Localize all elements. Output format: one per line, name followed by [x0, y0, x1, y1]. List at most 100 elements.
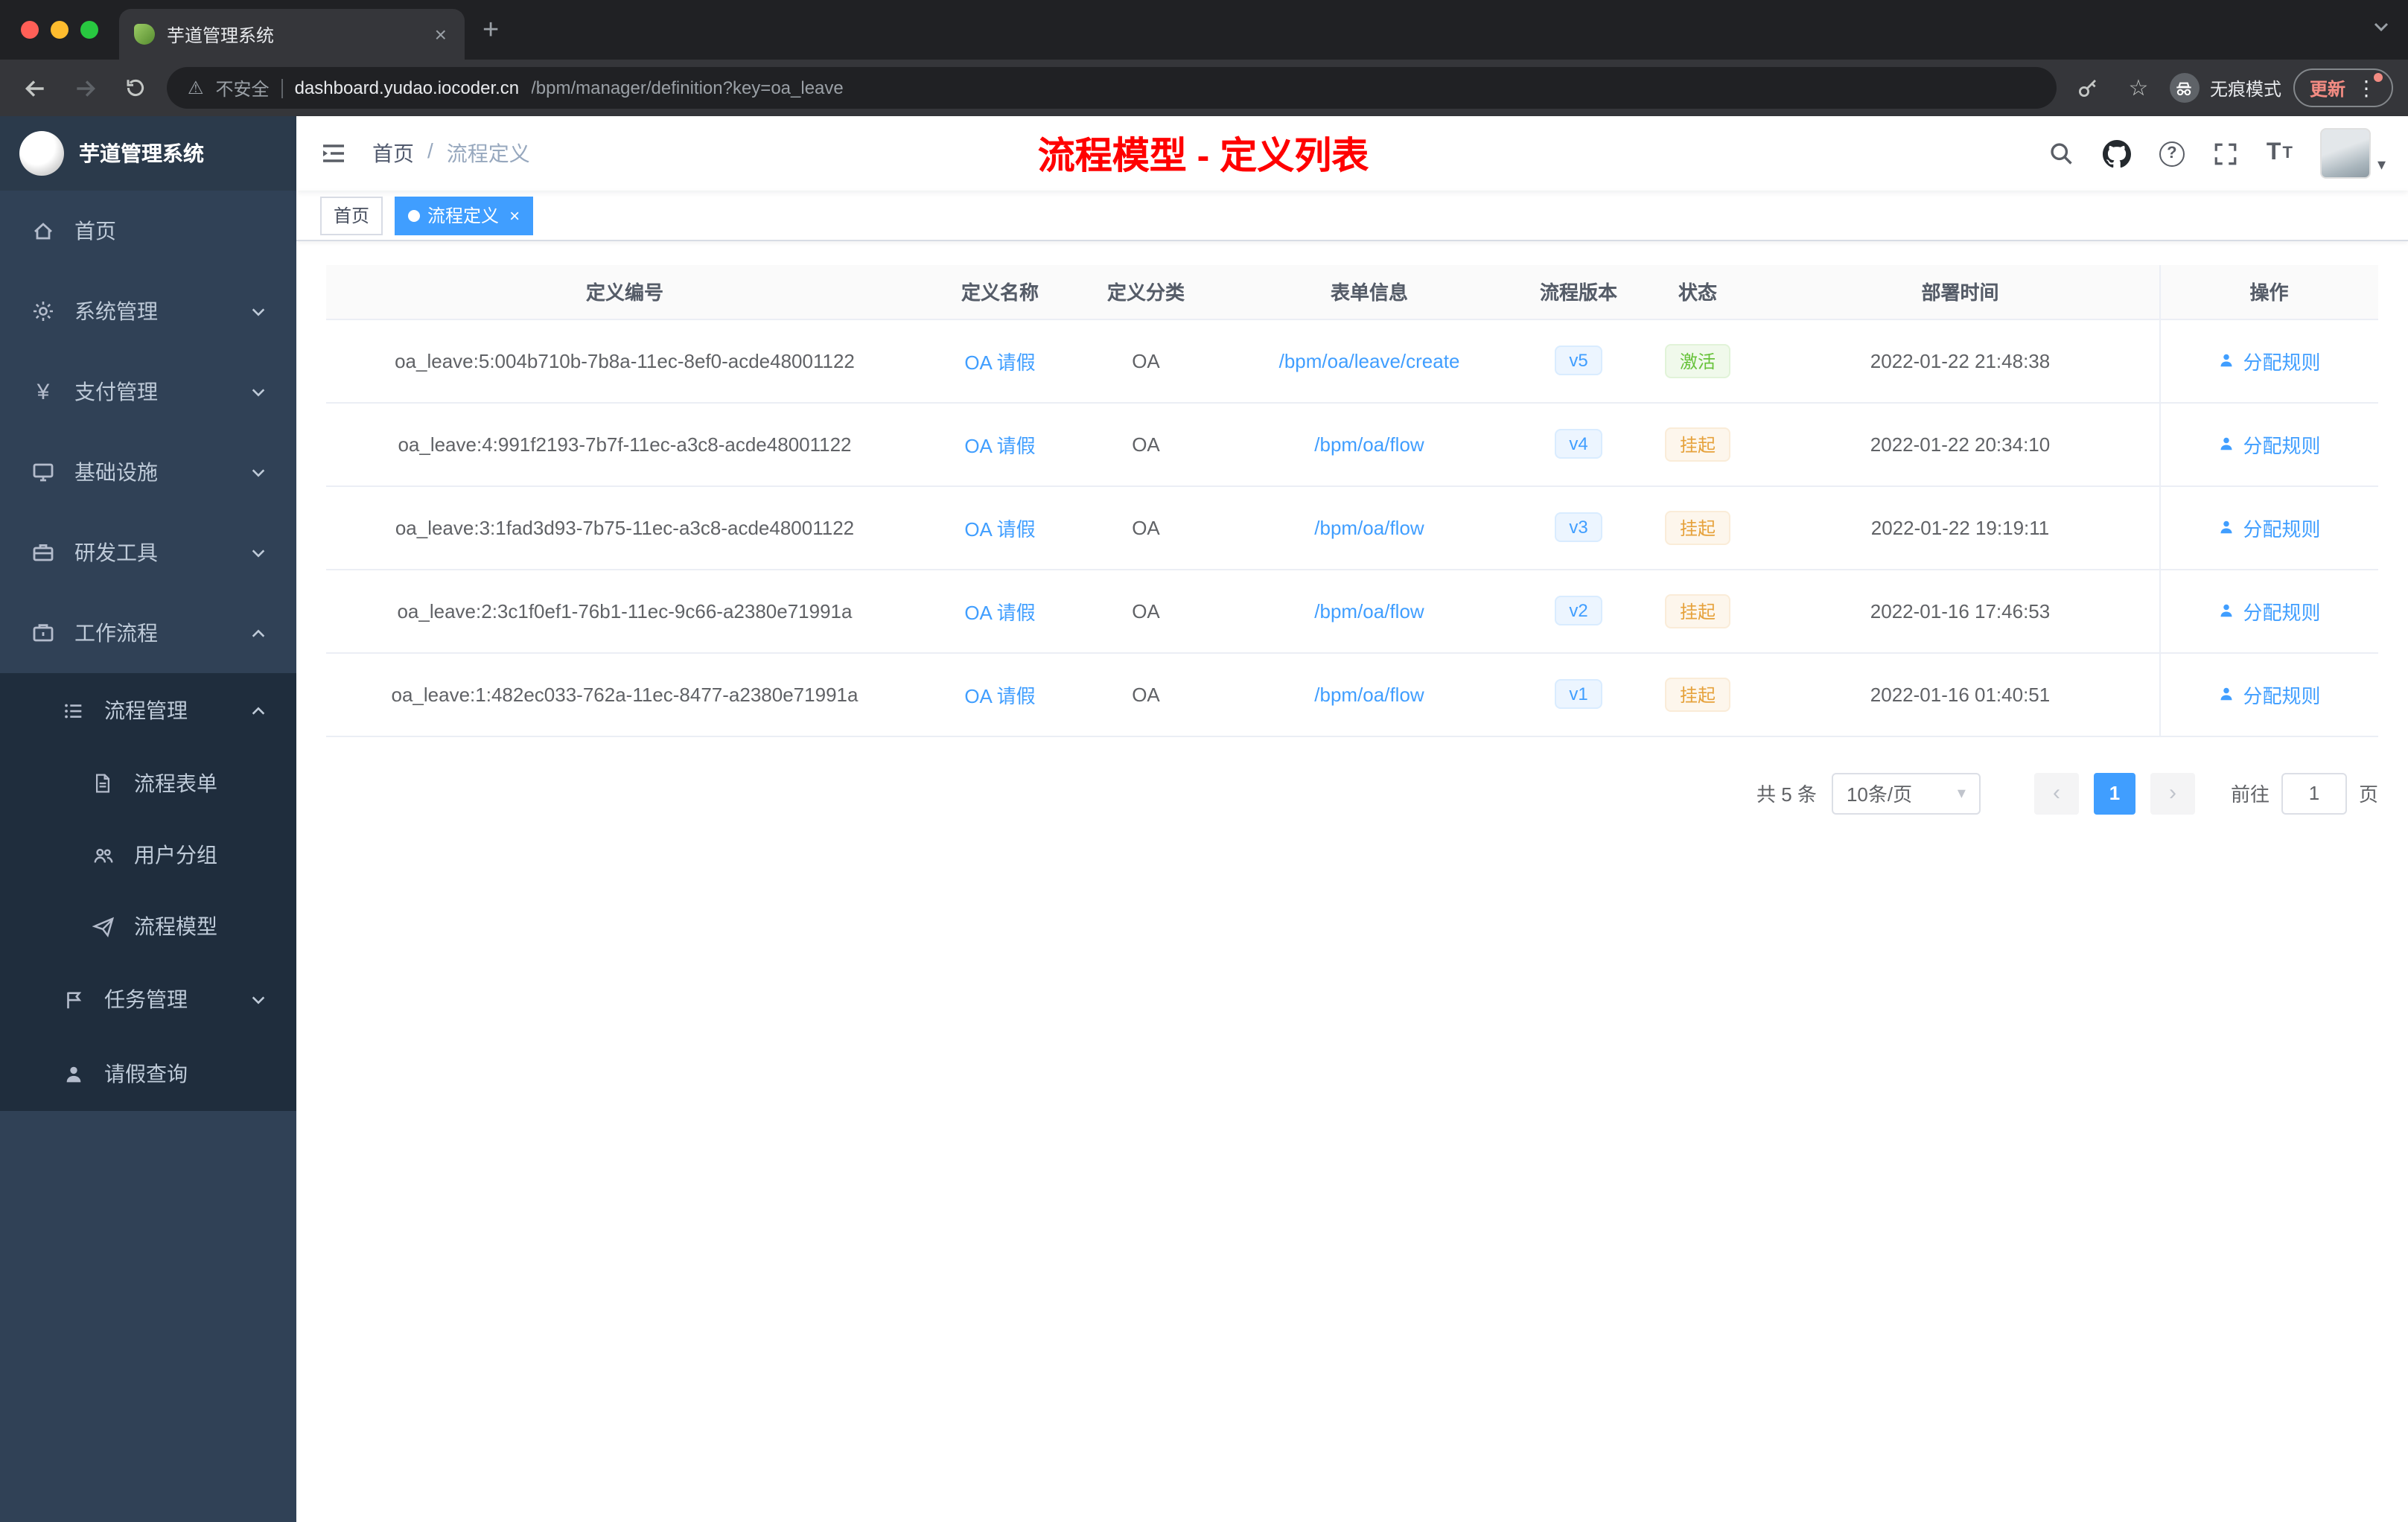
- navbar-tools: ? TT ▾: [2048, 128, 2386, 179]
- assign-rule-button[interactable]: 分配规则: [2217, 430, 2321, 458]
- assign-rule-button[interactable]: 分配规则: [2217, 596, 2321, 625]
- sidebar-item-label: 用户分组: [134, 843, 217, 867]
- incognito-label: 无痕模式: [2209, 78, 2281, 99]
- tag-home[interactable]: 首页: [320, 196, 383, 235]
- url-path: /bpm/manager/definition?key=oa_leave: [531, 77, 844, 98]
- hamburger-icon[interactable]: [319, 138, 348, 168]
- url-domain: dashboard.yudao.iocoder.cn: [294, 77, 520, 98]
- sidebar-item-devtools[interactable]: 研发工具: [0, 512, 296, 593]
- help-icon[interactable]: ?: [2159, 141, 2185, 166]
- prev-page-button[interactable]: ‹: [2033, 772, 2079, 814]
- security-warning-icon: ⚠: [188, 77, 204, 98]
- sidebar-item-infra[interactable]: 基础设施: [0, 432, 296, 512]
- cell-definition-id: oa_leave:3:1fad3d93-7b75-11ec-a3c8-acde4…: [326, 485, 923, 570]
- sidebar-item-process-form[interactable]: 流程表单: [0, 748, 296, 819]
- breadcrumb-current: 流程定义: [446, 141, 530, 165]
- page-size-select[interactable]: 10条/页 ▾: [1831, 772, 1981, 814]
- form-info-link[interactable]: /bpm/oa/flow: [1314, 599, 1424, 622]
- sidebar-item-leave-query[interactable]: 请假查询: [0, 1037, 296, 1111]
- browser-tab[interactable]: 芋道管理系统 ×: [119, 9, 465, 60]
- workflow-submenu: 流程管理 流程表单 用户分组 流程模型 任务管理 请假查询: [0, 673, 296, 1111]
- url-divider: [281, 78, 283, 98]
- definition-name-link[interactable]: OA 请假: [964, 684, 1035, 707]
- new-tab-button[interactable]: +: [482, 12, 499, 51]
- col-definition-id: 定义编号: [326, 265, 923, 319]
- sidebar-item-home[interactable]: 首页: [0, 191, 296, 271]
- cell-category: OA: [1077, 485, 1215, 570]
- status-badge: 挂起: [1664, 677, 1730, 711]
- tab-close-icon[interactable]: ×: [432, 22, 450, 46]
- yen-icon: ¥: [36, 379, 50, 404]
- brand-logo-avatar: [19, 131, 64, 176]
- breadcrumb-home[interactable]: 首页: [372, 138, 414, 168]
- definition-name-link[interactable]: OA 请假: [964, 601, 1035, 623]
- cell-deploy-time: 2022-01-22 21:48:38: [1762, 319, 2159, 403]
- sidebar-item-label: 研发工具: [74, 541, 158, 564]
- col-operation: 操作: [2159, 265, 2378, 319]
- current-page-button[interactable]: 1: [2093, 772, 2135, 814]
- next-page-button[interactable]: ›: [2150, 772, 2195, 814]
- goto-page-input[interactable]: 1: [2281, 772, 2347, 814]
- sidebar-item-task-management[interactable]: 任务管理: [0, 962, 296, 1037]
- security-label[interactable]: 不安全: [216, 75, 270, 101]
- table-row: oa_leave:5:004b710b-7b8a-11ec-8ef0-acde4…: [326, 319, 2378, 403]
- active-dot-icon: [408, 209, 421, 221]
- url-bar[interactable]: ⚠ 不安全 dashboard.yudao.iocoder.cn/bpm/man…: [167, 67, 2057, 109]
- cell-category: OA: [1077, 569, 1215, 653]
- briefcase-icon: [30, 621, 57, 645]
- forward-icon[interactable]: [66, 69, 104, 107]
- form-info-link[interactable]: /bpm/oa/flow: [1314, 683, 1424, 705]
- window-close-button[interactable]: [21, 21, 39, 39]
- col-form-info: 表单信息: [1215, 265, 1523, 319]
- sidebar-item-label: 工作流程: [74, 621, 158, 645]
- pagination-total: 共 5 条: [1756, 783, 1817, 806]
- sidebar-item-system[interactable]: 系统管理: [0, 271, 296, 351]
- form-info-link[interactable]: /bpm/oa/flow: [1314, 433, 1424, 455]
- form-info-link[interactable]: /bpm/oa/leave/create: [1279, 349, 1460, 372]
- assign-rule-button[interactable]: 分配规则: [2217, 513, 2321, 541]
- form-info-link[interactable]: /bpm/oa/flow: [1314, 516, 1424, 538]
- back-icon[interactable]: [15, 69, 54, 107]
- chevron-down-icon: ▾: [1957, 785, 1966, 803]
- password-key-icon[interactable]: [2068, 69, 2107, 107]
- version-badge: v5: [1554, 346, 1603, 375]
- window-minimize-button[interactable]: [51, 21, 69, 39]
- search-icon[interactable]: [2048, 140, 2074, 167]
- sidebar: 芋道管理系统 首页 系统管理 ¥ 支付管理 基础设施 研发工具 工作流程 流程管…: [0, 116, 296, 1522]
- browser-update-button[interactable]: 更新 ⋮: [2293, 69, 2393, 107]
- chevron-down-icon: [250, 464, 267, 480]
- paper-plane-icon: [89, 915, 116, 937]
- bookmark-star-icon[interactable]: ☆: [2119, 69, 2158, 107]
- goto-unit-label: 页: [2358, 783, 2378, 806]
- definition-name-link[interactable]: OA 请假: [964, 518, 1035, 540]
- sidebar-item-label: 流程管理: [104, 698, 188, 722]
- table-row: oa_leave:1:482ec033-762a-11ec-8477-a2380…: [326, 652, 2378, 736]
- assign-rule-button[interactable]: 分配规则: [2217, 346, 2321, 375]
- fullscreen-icon[interactable]: [2213, 141, 2238, 166]
- user-menu[interactable]: ▾: [2320, 128, 2386, 179]
- definition-name-link[interactable]: OA 请假: [964, 351, 1035, 373]
- tab-search-icon[interactable]: [2372, 18, 2390, 36]
- browser-menu-icon[interactable]: ⋮: [2356, 72, 2383, 101]
- github-icon[interactable]: [2102, 139, 2131, 168]
- col-process-version: 流程版本: [1523, 265, 1634, 319]
- font-size-icon[interactable]: TT: [2267, 140, 2293, 167]
- tags-view-bar: 首页 流程定义 ×: [296, 191, 2408, 241]
- sidebar-item-workflow[interactable]: 工作流程: [0, 593, 296, 673]
- chevron-down-icon: [250, 991, 267, 1007]
- avatar[interactable]: [2320, 128, 2372, 179]
- sidebar-item-payment[interactable]: ¥ 支付管理: [0, 351, 296, 432]
- sidebar-item-process-management[interactable]: 流程管理: [0, 673, 296, 748]
- cell-definition-id: oa_leave:4:991f2193-7b7f-11ec-a3c8-acde4…: [326, 402, 923, 486]
- table-row: oa_leave:3:1fad3d93-7b75-11ec-a3c8-acde4…: [326, 485, 2378, 570]
- definition-name-link[interactable]: OA 请假: [964, 434, 1035, 456]
- tag-process-definition[interactable]: 流程定义 ×: [395, 196, 534, 235]
- sidebar-item-process-model[interactable]: 流程模型: [0, 891, 296, 962]
- gear-icon: [30, 299, 57, 323]
- window-zoom-button[interactable]: [80, 21, 98, 39]
- sidebar-item-user-group[interactable]: 用户分组: [0, 819, 296, 891]
- incognito-spy-icon: [2169, 73, 2200, 103]
- assign-rule-button[interactable]: 分配规则: [2217, 680, 2321, 708]
- reload-icon[interactable]: [116, 69, 155, 107]
- tag-close-icon[interactable]: ×: [509, 206, 520, 224]
